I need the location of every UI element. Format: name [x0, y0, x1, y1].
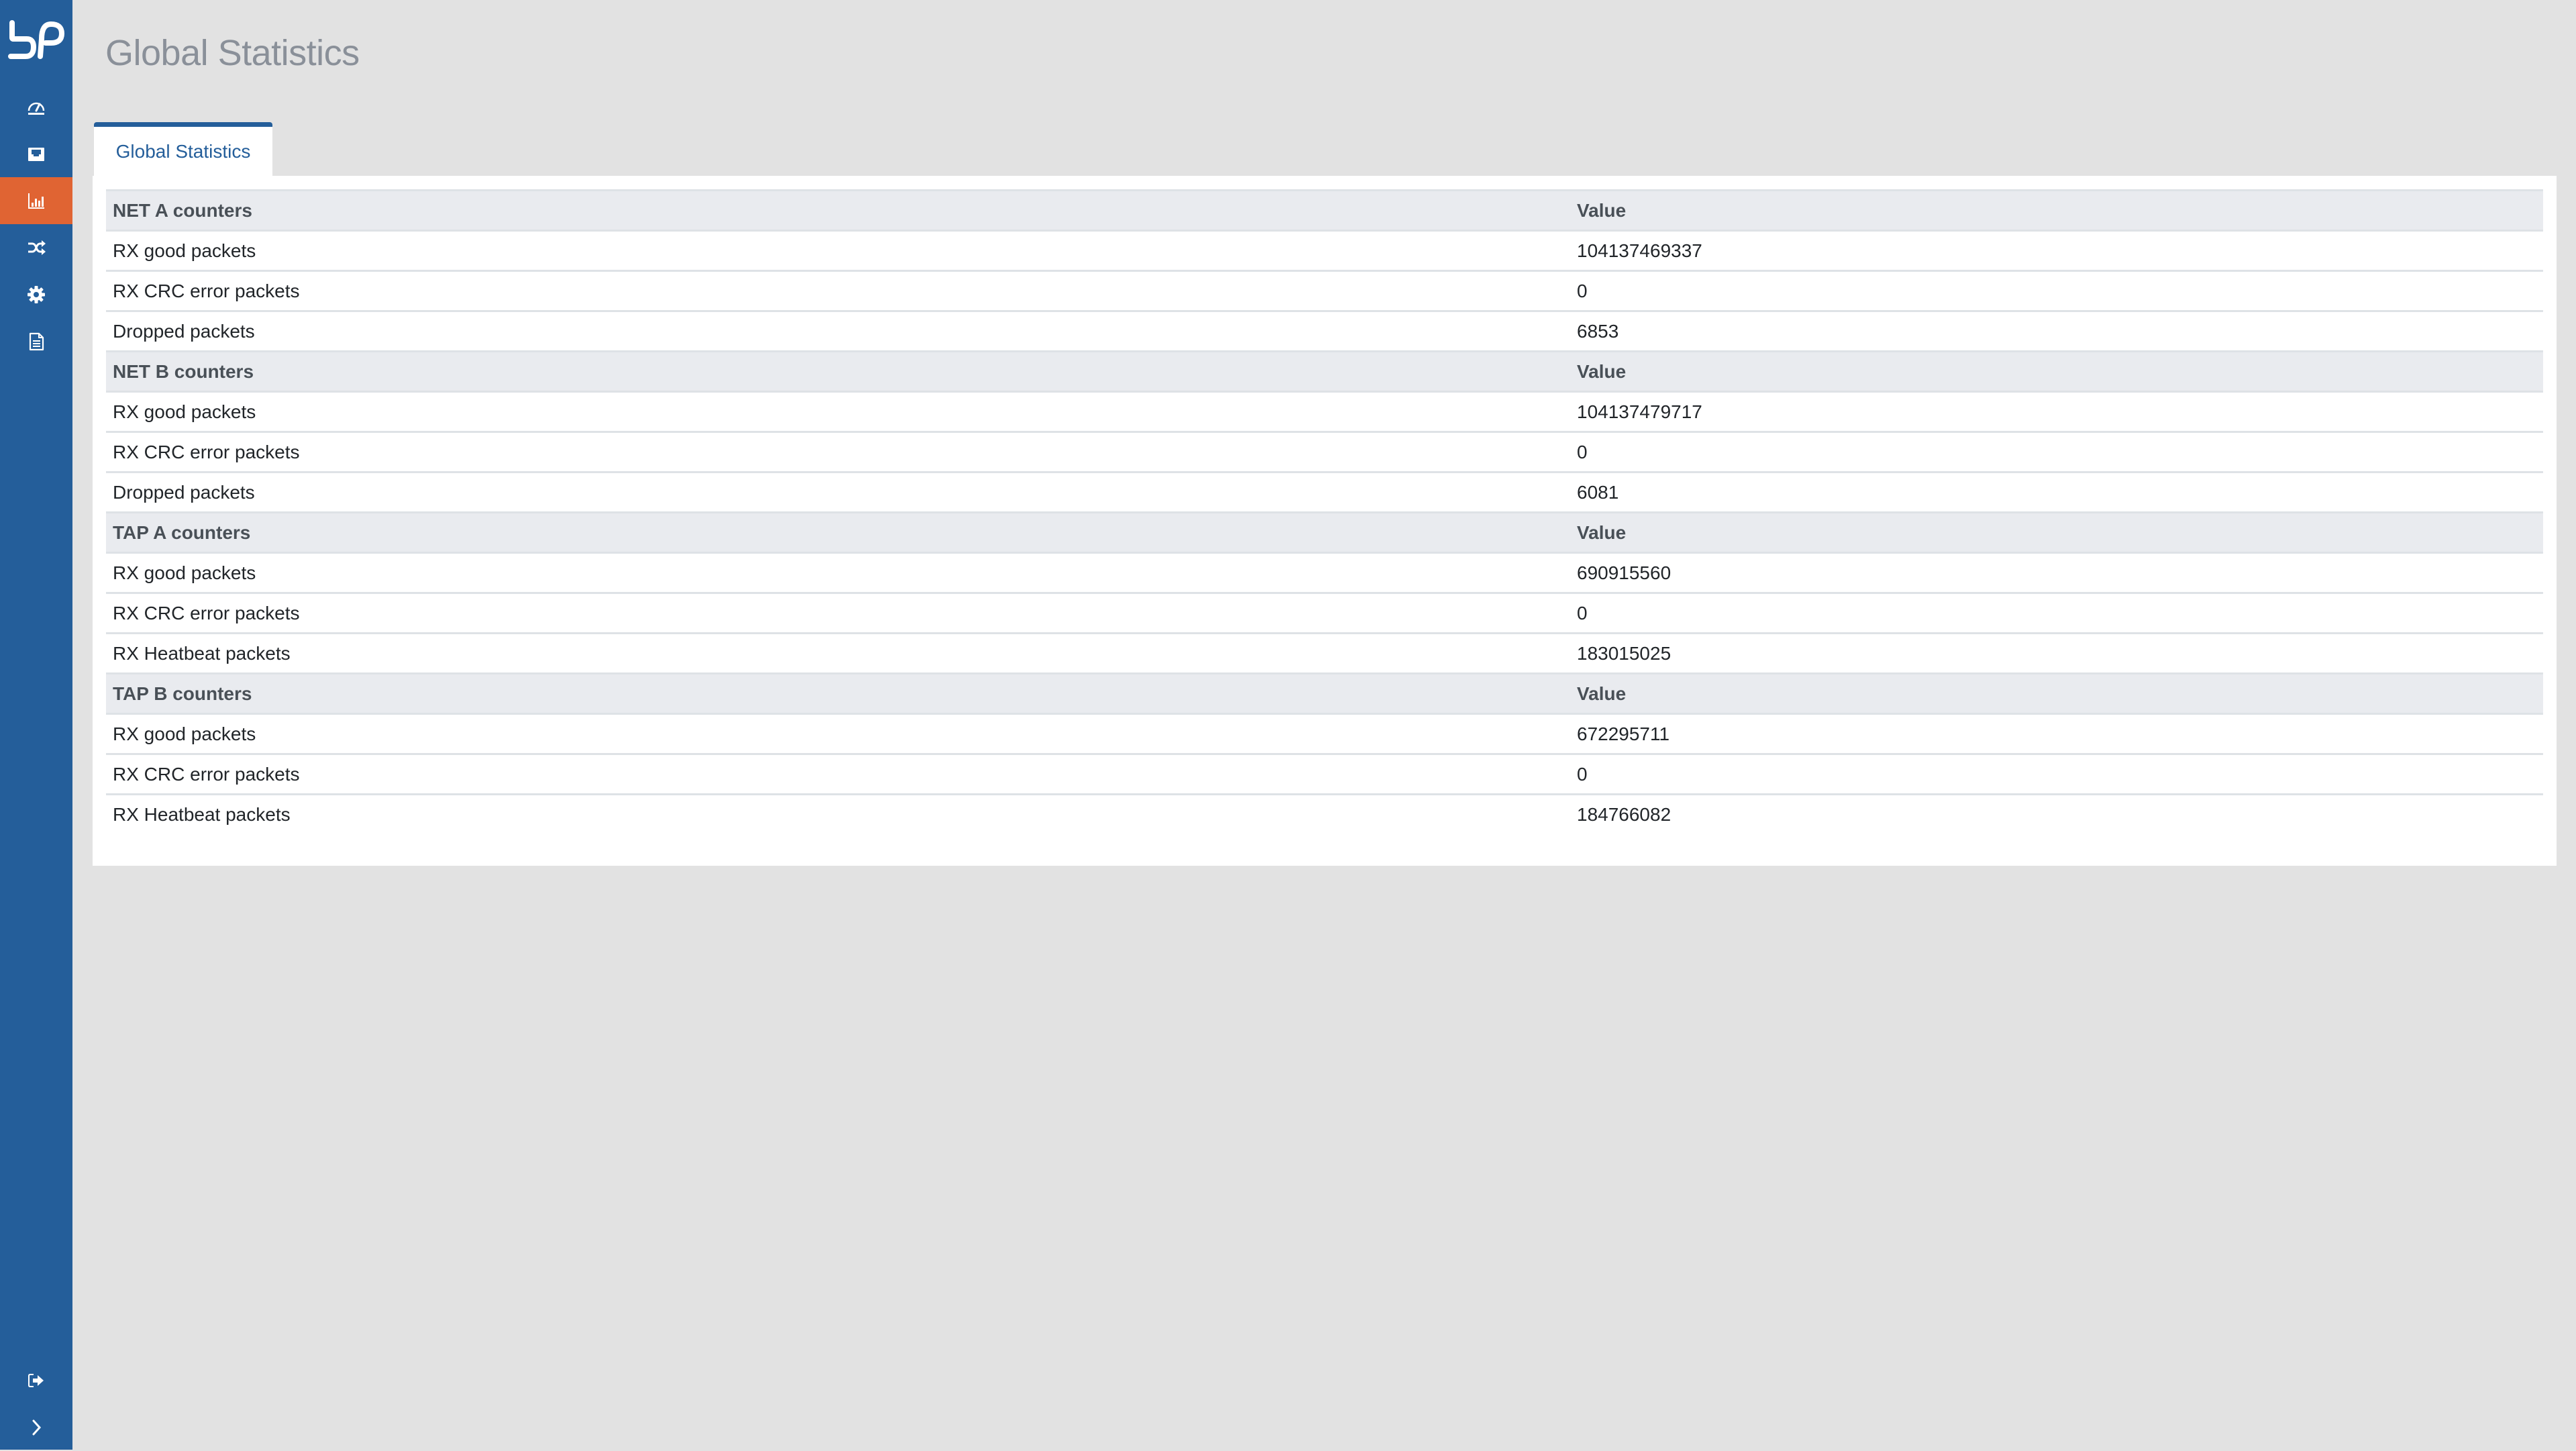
table-row: Dropped packets 6853 [106, 310, 2543, 352]
document-icon [29, 332, 44, 351]
page-title: Global Statistics [105, 33, 360, 73]
nav-ports[interactable] [0, 131, 72, 178]
statistics-panel: NET A counters Value RX good packets 104… [93, 176, 2557, 866]
table-row: RX CRC error packets 0 [106, 753, 2543, 795]
counter-label: RX CRC error packets [106, 753, 1570, 795]
group-header-row: TAP B counters Value [106, 672, 2543, 715]
ethernet-port-icon [28, 148, 44, 161]
table-row: RX CRC error packets 0 [106, 431, 2543, 472]
group-title: NET A counters [106, 189, 1570, 232]
table-row: RX good packets 104137469337 [106, 231, 2543, 271]
tab-global-statistics[interactable]: Global Statistics [94, 122, 272, 176]
value-column-header: Value [1570, 189, 2543, 232]
table-row: RX good packets 104137479717 [106, 392, 2543, 432]
table-row: RX good packets 690915560 [106, 553, 2543, 593]
nav-statistics[interactable] [0, 177, 72, 224]
tab-label: Global Statistics [115, 140, 251, 162]
counter-label: RX good packets [113, 240, 256, 261]
counter-label: Dropped packets [106, 310, 1570, 352]
counter-label: RX CRC error packets [106, 431, 1570, 472]
counter-value: 6853 [1570, 310, 2543, 352]
counter-label: RX good packets [113, 562, 256, 583]
counter-value: 6081 [1570, 471, 2543, 513]
value-column-header: Value [1570, 511, 2543, 554]
counter-value: 0 [1570, 592, 2543, 634]
counter-label: RX CRC error packets [106, 592, 1570, 634]
nav-shuffle[interactable] [0, 224, 72, 271]
dashboard-gauge-icon [28, 102, 45, 115]
counter-value: 690915560 [1577, 562, 1671, 583]
counter-value: 184766082 [1570, 793, 2543, 835]
bp-logo[interactable] [7, 19, 66, 60]
table-row: RX CRC error packets 0 [106, 592, 2543, 634]
logout-icon [28, 1374, 44, 1387]
counter-label: RX Heatbeat packets [106, 793, 1570, 835]
table-row: RX good packets 672295711 [106, 714, 2543, 754]
counter-label: RX CRC error packets [106, 270, 1570, 311]
group-header-row: NET A counters Value [106, 189, 2543, 232]
group-title: TAP A counters [106, 511, 1570, 554]
counter-label: Dropped packets [106, 471, 1570, 513]
statistics-table: NET A counters Value RX good packets 104… [106, 189, 2543, 835]
counter-label: RX good packets [113, 401, 256, 422]
value-column-header: Value [1570, 672, 2543, 715]
group-title: TAP B counters [106, 672, 1570, 715]
counter-value: 672295711 [1577, 723, 1670, 744]
logout-button[interactable] [0, 1357, 72, 1404]
counter-value: 0 [1570, 753, 2543, 795]
counter-value: 104137479717 [1577, 401, 1702, 422]
table-row: RX Heatbeat packets 184766082 [106, 793, 2543, 835]
counter-value: 104137469337 [1577, 240, 1702, 261]
shuffle-icon [28, 240, 46, 255]
expand-sidebar-button[interactable] [0, 1404, 72, 1451]
table-row: Dropped packets 6081 [106, 471, 2543, 513]
counter-label: RX Heatbeat packets [106, 632, 1570, 674]
group-header-row: NET B counters Value [106, 350, 2543, 393]
value-column-header: Value [1570, 350, 2543, 393]
counter-value: 0 [1570, 431, 2543, 472]
nav-settings[interactable] [0, 271, 72, 318]
bar-chart-icon [28, 193, 44, 209]
counter-label: RX good packets [113, 723, 256, 744]
table-row: RX Heatbeat packets 183015025 [106, 632, 2543, 674]
counter-value: 0 [1570, 270, 2543, 311]
nav-dashboard[interactable] [0, 84, 72, 131]
nav-logs[interactable] [0, 318, 72, 365]
counter-value: 183015025 [1570, 632, 2543, 674]
chevron-right-icon [32, 1419, 42, 1436]
sidebar [0, 0, 72, 1450]
table-row: RX CRC error packets 0 [106, 270, 2543, 311]
group-header-row: TAP A counters Value [106, 511, 2543, 554]
gear-icon [28, 286, 45, 303]
group-title: NET B counters [106, 350, 1570, 393]
